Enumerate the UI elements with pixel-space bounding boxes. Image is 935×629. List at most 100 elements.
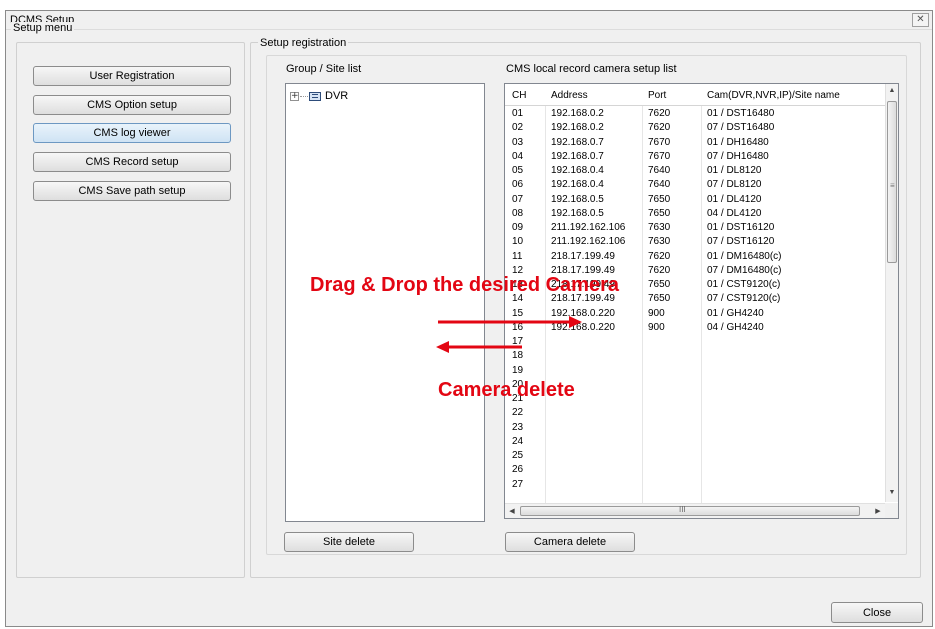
cell-cam-site: 07 / DL8120 bbox=[707, 179, 762, 191]
cell-ch: 27 bbox=[512, 478, 524, 490]
camera-delete-annotation: Camera delete bbox=[438, 379, 575, 401]
table-row[interactable]: 11 218.17.199.49 7620 01 / DM16480(c) bbox=[505, 250, 886, 264]
group-site-tree[interactable]: + DVR bbox=[285, 83, 485, 522]
cell-ch: 03 bbox=[512, 136, 524, 148]
cell-address: 192.168.0.7 bbox=[551, 136, 604, 148]
cell-port: 7640 bbox=[648, 179, 671, 191]
table-row[interactable]: 07 192.168.0.5 7650 01 / DL4120 bbox=[505, 193, 886, 207]
cell-cam-site: 07 / DH16480 bbox=[707, 150, 769, 162]
cell-cam-site: 07 / DM16480(c) bbox=[707, 264, 782, 276]
cell-address: 192.168.0.7 bbox=[551, 150, 604, 162]
menu-button-cms-option-setup[interactable]: CMS Option setup bbox=[33, 95, 231, 115]
table-body: 01 192.168.0.2 7620 01 / DST16480 02 192.168.… bbox=[505, 107, 886, 492]
cell-port: 7630 bbox=[648, 236, 671, 248]
scroll-left-icon[interactable]: ◀ bbox=[506, 507, 518, 515]
table-row[interactable]: 04 192.168.0.7 7670 07 / DH16480 bbox=[505, 150, 886, 164]
cell-ch: 07 bbox=[512, 193, 524, 205]
tree-connector bbox=[300, 95, 308, 97]
cell-cam-site: 01 / DM16480(c) bbox=[707, 250, 782, 262]
cell-ch: 06 bbox=[512, 179, 524, 191]
site-delete-button[interactable]: Site delete bbox=[284, 532, 414, 552]
cell-ch: 26 bbox=[512, 464, 524, 476]
table-row[interactable]: 25 bbox=[505, 449, 886, 463]
setup-menu-label: Setup menu bbox=[11, 22, 75, 34]
left-arrowhead-icon bbox=[436, 341, 449, 353]
cell-cam-site: 07 / DST16120 bbox=[707, 236, 775, 248]
column-header-address[interactable]: Address bbox=[551, 90, 588, 101]
cell-port: 7640 bbox=[648, 165, 671, 176]
expand-icon[interactable]: + bbox=[290, 91, 299, 101]
setup-registration-label: Setup registration bbox=[258, 37, 349, 49]
grip-icon: III bbox=[679, 505, 686, 514]
table-row[interactable]: 03 192.168.0.7 7670 01 / DH16480 bbox=[505, 136, 886, 150]
table-row[interactable]: 05 192.168.0.4 7640 01 / DL8120 bbox=[505, 164, 886, 178]
cell-address: 192.168.0.4 bbox=[551, 165, 604, 176]
table-row[interactable]: 08 192.168.0.5 7650 04 / DL4120 bbox=[505, 207, 886, 221]
tree-node-dvr[interactable]: + DVR bbox=[290, 89, 348, 103]
grip-icon: ≡ bbox=[890, 181, 895, 190]
column-header-cam-site[interactable]: Cam(DVR,NVR,IP)/Site name bbox=[707, 90, 840, 101]
table-row[interactable]: 19 bbox=[505, 364, 886, 378]
cell-port: 7650 bbox=[648, 293, 671, 305]
table-row[interactable]: 26 bbox=[505, 463, 886, 477]
menu-button-cms-record-setup[interactable]: CMS Record setup bbox=[33, 152, 231, 172]
cell-cam-site: 07 / CST9120(c) bbox=[707, 293, 781, 305]
cell-port: 7620 bbox=[648, 250, 671, 262]
cell-ch: 08 bbox=[512, 207, 524, 219]
cell-ch: 09 bbox=[512, 222, 524, 233]
close-button[interactable]: Close bbox=[831, 602, 923, 623]
scroll-right-icon[interactable]: ▶ bbox=[872, 507, 884, 515]
cell-cam-site: 01 / DH16480 bbox=[707, 136, 769, 148]
cell-port: 7650 bbox=[648, 193, 671, 205]
window-close-icon[interactable]: ✕ bbox=[912, 13, 929, 27]
cell-port: 900 bbox=[648, 321, 665, 333]
cell-cam-site: 01 / DST16120 bbox=[707, 222, 775, 233]
table-row[interactable]: 22 bbox=[505, 406, 886, 420]
cell-cam-site: 01 / DL4120 bbox=[707, 193, 762, 205]
cell-address: 211.192.162.106 bbox=[551, 236, 626, 248]
column-header-port[interactable]: Port bbox=[648, 90, 666, 101]
table-row[interactable]: 27 bbox=[505, 478, 886, 492]
menu-button-user-registration[interactable]: User Registration bbox=[33, 66, 231, 86]
cell-cam-site: 07 / DST16480 bbox=[707, 122, 775, 134]
camera-delete-button[interactable]: Camera delete bbox=[505, 532, 635, 552]
table-row[interactable]: 06 192.168.0.4 7640 07 / DL8120 bbox=[505, 178, 886, 192]
table-row[interactable]: 01 192.168.0.2 7620 01 / DST16480 bbox=[505, 107, 886, 121]
cell-port: 900 bbox=[648, 307, 665, 319]
vertical-scrollbar[interactable]: ▲ ≡ ▼ bbox=[885, 84, 898, 502]
camera-list-label: CMS local record camera setup list bbox=[504, 63, 679, 75]
cell-cam-site: 04 / GH4240 bbox=[707, 321, 764, 333]
table-header: CH Address Port Cam(DVR,NVR,IP)/Site nam… bbox=[505, 84, 886, 106]
cell-cam-site: 04 / DL4120 bbox=[707, 207, 762, 219]
table-row[interactable]: 23 bbox=[505, 421, 886, 435]
table-row[interactable]: 09 211.192.162.106 7630 01 / DST16120 bbox=[505, 221, 886, 235]
horizontal-scrollbar[interactable]: ◀ III ▶ bbox=[505, 503, 886, 518]
right-arrowhead-icon bbox=[569, 316, 582, 328]
cell-cam-site: 01 / DST16480 bbox=[707, 108, 775, 119]
scroll-down-icon[interactable]: ▼ bbox=[886, 489, 898, 496]
menu-button-cms-log-viewer[interactable]: CMS log viewer bbox=[33, 123, 231, 143]
scrollbar-corner bbox=[885, 503, 898, 518]
cell-address: 192.168.0.5 bbox=[551, 193, 604, 205]
table-row[interactable]: 02 192.168.0.2 7620 07 / DST16480 bbox=[505, 121, 886, 135]
cell-ch: 24 bbox=[512, 435, 524, 447]
column-header-ch[interactable]: CH bbox=[512, 90, 526, 101]
table-row[interactable]: 24 bbox=[505, 435, 886, 449]
cell-port: 7650 bbox=[648, 207, 671, 219]
cell-ch: 25 bbox=[512, 450, 524, 461]
table-row[interactable]: 10 211.192.162.106 7630 07 / DST16120 bbox=[505, 235, 886, 249]
cell-port: 7670 bbox=[648, 136, 671, 148]
cell-ch: 04 bbox=[512, 150, 524, 162]
cell-address: 192.168.0.2 bbox=[551, 122, 604, 134]
cell-address: 192.168.0.2 bbox=[551, 108, 604, 119]
menu-button-cms-save-path-setup[interactable]: CMS Save path setup bbox=[33, 181, 231, 201]
scroll-up-icon[interactable]: ▲ bbox=[886, 87, 898, 94]
cell-ch: 19 bbox=[512, 364, 524, 376]
cell-ch: 22 bbox=[512, 407, 524, 419]
cell-ch: 01 bbox=[512, 108, 524, 119]
cell-ch: 10 bbox=[512, 236, 524, 248]
vertical-scroll-thumb[interactable]: ≡ bbox=[887, 101, 897, 263]
camera-setup-table[interactable]: CH Address Port Cam(DVR,NVR,IP)/Site nam… bbox=[504, 83, 899, 519]
drag-drop-annotation: Drag & Drop the desired Camera bbox=[310, 274, 619, 296]
horizontal-scroll-thumb[interactable]: III bbox=[520, 505, 860, 516]
